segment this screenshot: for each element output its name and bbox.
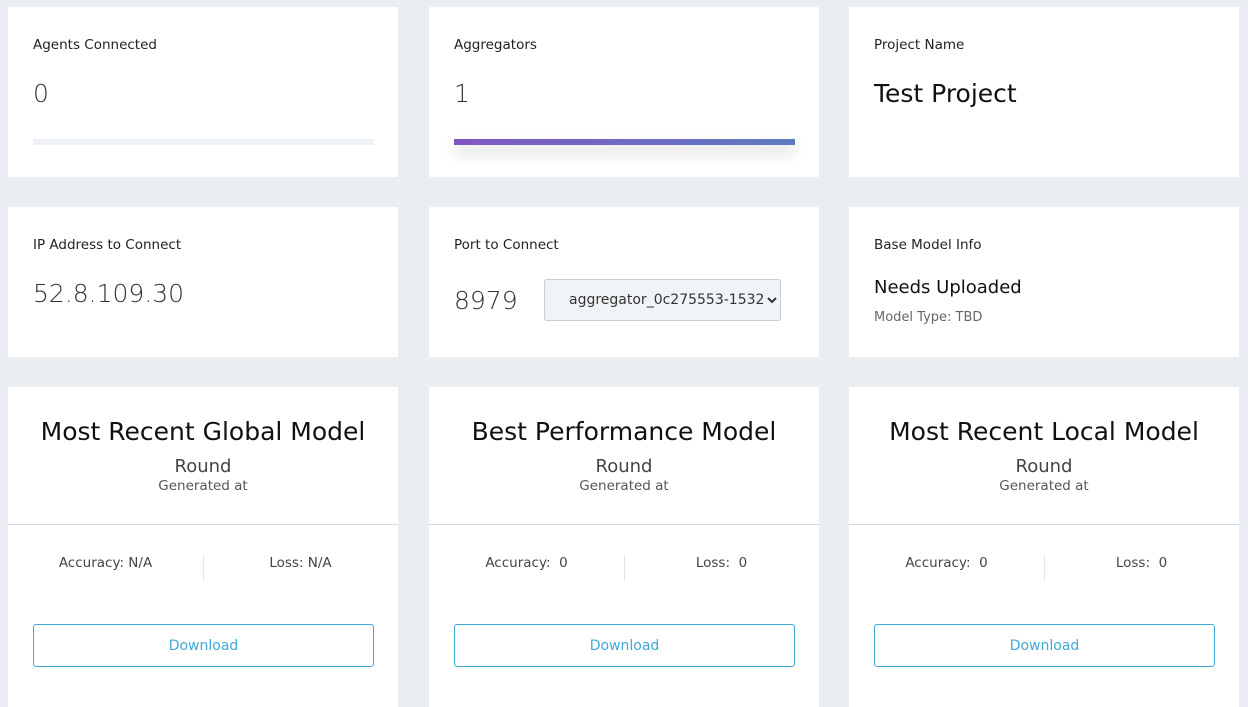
- aggregator-select[interactable]: aggregator_0c275553-1532: [544, 279, 781, 321]
- divider: [849, 524, 1239, 525]
- model-generated: Generated at: [999, 478, 1089, 494]
- download-button[interactable]: Download: [33, 624, 374, 667]
- aggregators-count: 1: [454, 79, 470, 108]
- card-label: Aggregators: [454, 37, 537, 53]
- card-label: Project Name: [874, 37, 965, 53]
- card-label: Base Model Info: [874, 237, 982, 253]
- ip-address-card: IP Address to Connect 52.8.109.30: [8, 207, 398, 357]
- card-label: IP Address to Connect: [33, 237, 182, 253]
- model-round: Round: [595, 456, 653, 477]
- agents-progress-bar: [33, 139, 374, 145]
- card-label: Port to Connect: [454, 237, 559, 253]
- model-title: Most Recent Global Model: [40, 417, 366, 446]
- agents-connected-card: Agents Connected 0: [8, 7, 398, 177]
- project-name: Test Project: [874, 79, 1017, 108]
- model-generated: Generated at: [158, 478, 248, 494]
- aggregators-progress-fill: [454, 139, 795, 145]
- model-accuracy: Accuracy: N/A: [58, 555, 153, 571]
- model-accuracy: Accuracy: 0: [905, 555, 988, 571]
- model-title: Most Recent Local Model: [889, 417, 1199, 446]
- divider: [429, 524, 819, 525]
- model-loss: Loss: 0: [1115, 555, 1168, 571]
- port-number: 8979: [454, 286, 518, 315]
- aggregators-card: Aggregators 1: [429, 7, 819, 177]
- base-model-card: Base Model Info Needs Uploaded Model Typ…: [849, 207, 1239, 357]
- model-loss: Loss: N/A: [269, 555, 332, 571]
- model-title: Best Performance Model: [471, 417, 777, 446]
- model-round: Round: [174, 456, 232, 477]
- model-generated: Generated at: [579, 478, 669, 494]
- divider: [8, 524, 398, 525]
- port-card: Port to Connect 8979 aggregator_0c275553…: [429, 207, 819, 357]
- base-model-status: Needs Uploaded: [874, 277, 1022, 298]
- model-round: Round: [1015, 456, 1073, 477]
- download-button[interactable]: Download: [454, 624, 795, 667]
- card-label: Agents Connected: [33, 37, 157, 53]
- download-button[interactable]: Download: [874, 624, 1215, 667]
- ip-address: 52.8.109.30: [33, 279, 185, 308]
- aggregators-progress-bar: [454, 139, 795, 145]
- global-model-card: Most Recent Global Model Round Generated…: [8, 387, 398, 707]
- agents-count: 0: [33, 79, 49, 108]
- best-model-card: Best Performance Model Round Generated a…: [429, 387, 819, 707]
- local-model-card: Most Recent Local Model Round Generated …: [849, 387, 1239, 707]
- model-accuracy: Accuracy: 0: [485, 555, 568, 571]
- model-loss: Loss: 0: [695, 555, 748, 571]
- model-type: Model Type: TBD: [874, 310, 983, 325]
- project-name-card: Project Name Test Project: [849, 7, 1239, 177]
